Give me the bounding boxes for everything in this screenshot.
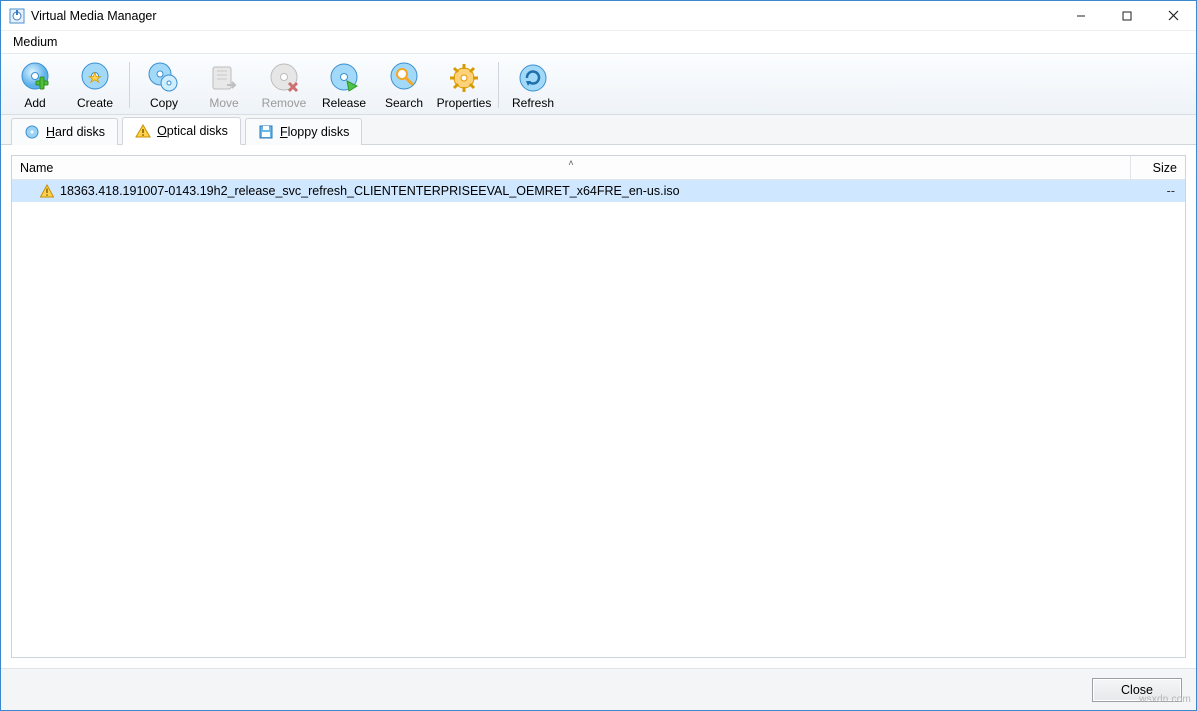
floppy-icon [258,124,274,140]
menubar: Medium [1,31,1196,53]
tab-hard-disks[interactable]: Hard disks [11,118,118,145]
refresh-icon [515,60,551,96]
column-name[interactable]: Name ˄ [12,156,1131,179]
remove-icon [266,60,302,96]
release-label: Release [322,96,366,110]
column-header-row: Name ˄ Size [12,156,1185,180]
search-label: Search [385,96,423,110]
media-size: -- [1131,184,1185,198]
search-icon [386,60,422,96]
close-window-button[interactable] [1150,1,1196,30]
minimize-button[interactable] [1058,1,1104,30]
media-rows: 18363.418.191007-0143.19h2_release_svc_r… [12,180,1185,657]
tabs-row: Hard disks Optical disks Floppy disks [1,115,1196,145]
move-icon [206,60,242,96]
properties-button[interactable]: Properties [435,58,493,112]
refresh-button[interactable]: Refresh [504,58,562,112]
release-icon [326,60,362,96]
tab-optical-disks[interactable]: Optical disks [122,117,241,145]
remove-button: Remove [255,58,313,112]
disc-plus-icon [17,60,53,96]
disc-copy-icon [146,60,182,96]
toolbar-separator [498,62,499,108]
toolbar: Add Create Copy Move Remove Release [1,53,1196,115]
copy-button[interactable]: Copy [135,58,193,112]
refresh-label: Refresh [512,96,554,110]
footer: Close [1,668,1196,710]
window-controls [1058,1,1196,30]
table-row[interactable]: 18363.418.191007-0143.19h2_release_svc_r… [12,180,1185,202]
gear-icon [446,60,482,96]
toolbar-separator [129,62,130,108]
window-title: Virtual Media Manager [31,9,157,23]
remove-label: Remove [262,96,307,110]
column-size[interactable]: Size [1131,156,1185,179]
media-name: 18363.418.191007-0143.19h2_release_svc_r… [60,184,680,198]
app-icon [9,8,25,24]
sort-indicator-icon: ˄ [568,158,573,168]
move-button: Move [195,58,253,112]
add-button[interactable]: Add [6,58,64,112]
hard-disk-icon [24,124,40,140]
search-button[interactable]: Search [375,58,433,112]
menu-medium[interactable]: Medium [7,33,63,51]
copy-label: Copy [150,96,178,110]
disc-star-icon [77,60,113,96]
add-label: Add [24,96,45,110]
maximize-button[interactable] [1104,1,1150,30]
media-list: Name ˄ Size 18363.418.191007-0143.19h2_r… [11,155,1186,658]
warning-icon [135,123,151,139]
tab-floppy-disks[interactable]: Floppy disks [245,118,362,145]
titlebar: Virtual Media Manager [1,1,1196,31]
close-button[interactable]: Close [1092,678,1182,702]
properties-label: Properties [437,96,492,110]
create-label: Create [77,96,113,110]
warning-icon [40,184,54,198]
release-button[interactable]: Release [315,58,373,112]
create-button[interactable]: Create [66,58,124,112]
move-label: Move [209,96,238,110]
